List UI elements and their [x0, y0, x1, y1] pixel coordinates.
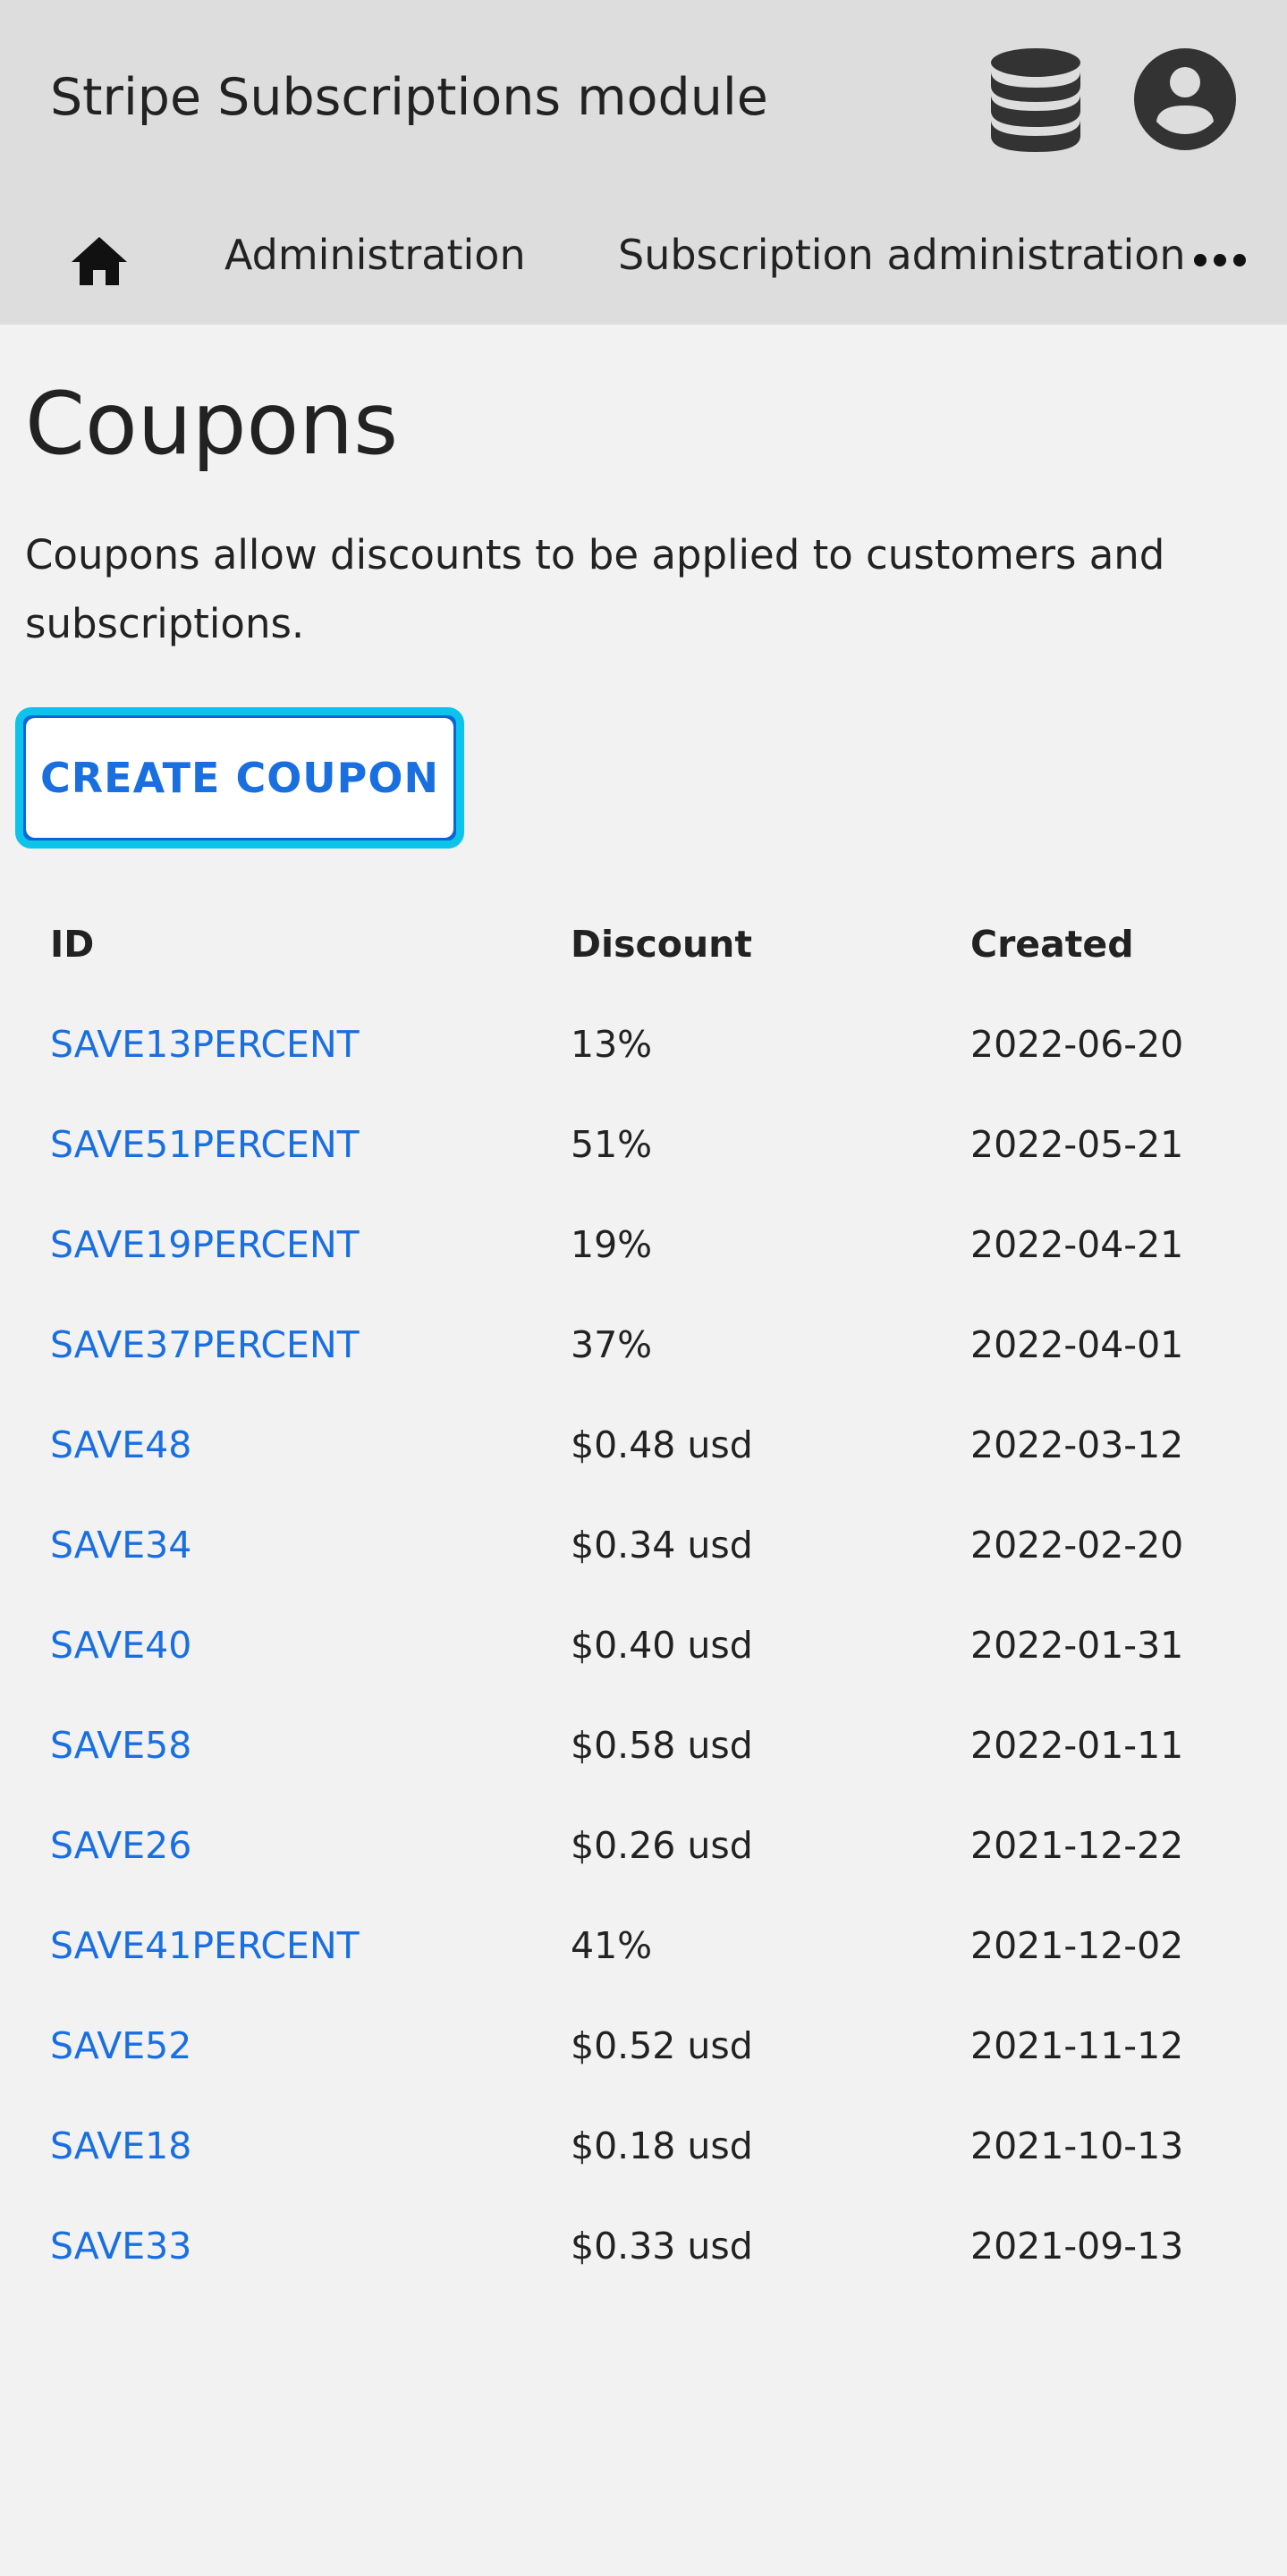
coupon-discount: 37% [571, 1323, 653, 1366]
database-icon[interactable] [989, 46, 1082, 152]
coupon-id-link[interactable]: SAVE40 [50, 1595, 191, 1695]
coupon-created-date: 2022-01-11 [970, 1724, 1184, 1767]
table-row: SAVE58 $0.58 usd 2022-01-11 [0, 1695, 1287, 1795]
coupon-discount: $0.18 usd [571, 2124, 753, 2167]
coupon-discount: 51% [571, 1123, 653, 1166]
page-title: Coupons [25, 374, 399, 474]
coupon-created-date: 2022-05-21 [970, 1123, 1184, 1166]
coupon-id-link[interactable]: SAVE33 [50, 2196, 191, 2296]
coupon-created-date: 2022-04-21 [970, 1223, 1184, 1266]
coupon-created-date: 2022-02-20 [970, 1524, 1184, 1567]
table-row: SAVE33 $0.33 usd 2021-09-13 [0, 2196, 1287, 2296]
table-row: SAVE41PERCENT 41% 2021-12-02 [0, 1896, 1287, 1996]
account-icon[interactable] [1132, 46, 1238, 152]
coupon-discount: $0.40 usd [571, 1624, 753, 1667]
coupon-discount: 41% [571, 1924, 653, 1967]
coupon-created-date: 2021-12-22 [970, 1824, 1184, 1867]
create-coupon-button[interactable]: CREATE COUPON [15, 707, 464, 849]
breadcrumb-nav: Administration Subscription administrati… [0, 201, 1287, 308]
table-row: SAVE48 $0.48 usd 2022-03-12 [0, 1395, 1287, 1495]
app-header: Stripe Subscriptions module Administrati… [0, 0, 1287, 325]
coupon-id-link[interactable]: SAVE48 [50, 1395, 191, 1495]
table-row: SAVE19PERCENT 19% 2022-04-21 [0, 1195, 1287, 1295]
coupon-created-date: 2022-06-20 [970, 1023, 1184, 1066]
home-icon[interactable] [72, 237, 127, 285]
column-header-id: ID [50, 923, 95, 966]
coupon-discount: 13% [571, 1023, 653, 1066]
coupon-discount: $0.34 usd [571, 1524, 753, 1567]
coupon-discount: $0.52 usd [571, 2024, 753, 2067]
coupon-created-date: 2022-04-01 [970, 1323, 1184, 1366]
coupon-discount: $0.58 usd [571, 1724, 753, 1767]
coupon-id-link[interactable]: SAVE26 [50, 1795, 191, 1896]
coupons-table: ID Discount Created SAVE13PERCENT 13% 20… [0, 894, 1287, 2296]
create-coupon-button-label: CREATE COUPON [26, 718, 453, 838]
coupon-id-link[interactable]: SAVE34 [50, 1495, 191, 1595]
table-row: SAVE40 $0.40 usd 2022-01-31 [0, 1595, 1287, 1695]
more-horizontal-icon[interactable] [1193, 253, 1247, 267]
coupon-id-link[interactable]: SAVE52 [50, 1996, 191, 2096]
coupon-discount: $0.26 usd [571, 1824, 753, 1867]
table-row: SAVE34 $0.34 usd 2022-02-20 [0, 1495, 1287, 1595]
coupon-id-link[interactable]: SAVE13PERCENT [50, 994, 360, 1094]
coupon-id-link[interactable]: SAVE58 [50, 1695, 191, 1795]
coupon-id-link[interactable]: SAVE18 [50, 2096, 191, 2196]
coupon-discount: $0.33 usd [571, 2225, 753, 2268]
coupon-id-link[interactable]: SAVE41PERCENT [50, 1896, 360, 1996]
coupon-id-link[interactable]: SAVE51PERCENT [50, 1094, 360, 1195]
coupon-created-date: 2021-09-13 [970, 2225, 1184, 2268]
nav-administration[interactable]: Administration [224, 228, 526, 282]
table-row: SAVE37PERCENT 37% 2022-04-01 [0, 1295, 1287, 1395]
table-row: SAVE51PERCENT 51% 2022-05-21 [0, 1094, 1287, 1195]
coupon-id-link[interactable]: SAVE19PERCENT [50, 1195, 360, 1295]
table-row: SAVE18 $0.18 usd 2021-10-13 [0, 2096, 1287, 2196]
table-row: SAVE26 $0.26 usd 2021-12-22 [0, 1795, 1287, 1896]
column-header-discount: Discount [571, 923, 752, 966]
coupon-created-date: 2021-11-12 [970, 2024, 1184, 2067]
page-description: Coupons allow discounts to be applied to… [25, 531, 1165, 647]
nav-subscription-administration[interactable]: Subscription administration [618, 228, 1186, 282]
coupon-discount: 19% [571, 1223, 653, 1266]
table-header-row: ID Discount Created [0, 894, 1287, 994]
coupon-created-date: 2022-01-31 [970, 1624, 1184, 1667]
coupon-created-date: 2022-03-12 [970, 1423, 1184, 1466]
coupon-id-link[interactable]: SAVE37PERCENT [50, 1295, 360, 1395]
table-row: SAVE13PERCENT 13% 2022-06-20 [0, 994, 1287, 1094]
table-row: SAVE52 $0.52 usd 2021-11-12 [0, 1996, 1287, 2096]
column-header-created: Created [970, 923, 1134, 966]
coupon-discount: $0.48 usd [571, 1423, 753, 1466]
coupon-created-date: 2021-10-13 [970, 2124, 1184, 2167]
coupon-created-date: 2021-12-02 [970, 1924, 1184, 1967]
app-title: Stripe Subscriptions module [50, 68, 768, 127]
